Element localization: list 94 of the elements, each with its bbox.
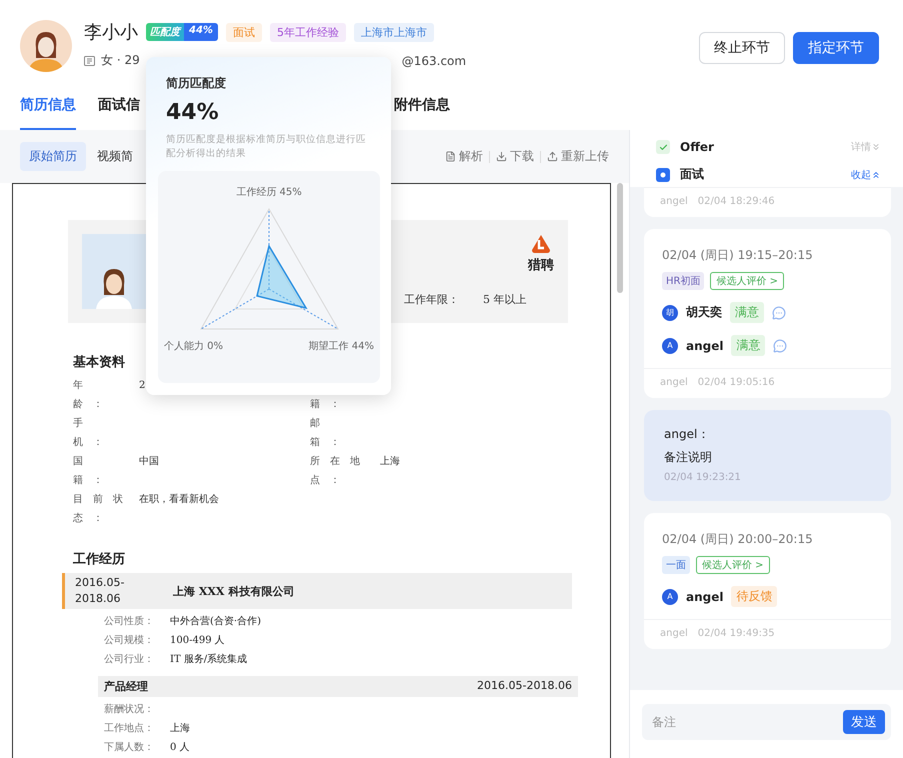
job-period: 2016.05-2018.06 xyxy=(75,575,126,607)
send-button[interactable]: 发送 xyxy=(843,710,885,734)
chevron-up-icon xyxy=(871,170,881,180)
candidate-name: 李小小 xyxy=(84,21,138,44)
doc-action-link[interactable]: 下载 xyxy=(496,148,534,165)
stage-label: 面试 xyxy=(680,166,704,183)
comment-icon[interactable] xyxy=(773,338,788,352)
note-author: angel： xyxy=(664,426,710,443)
field-value: IT 服务/系统集成 xyxy=(170,652,248,666)
field-value: 在职，看看新机会 xyxy=(139,492,220,507)
reviewer-avatar: 胡 xyxy=(662,304,678,320)
interview-time: 02/04 (周日) 19:15–20:15 xyxy=(662,247,814,264)
record-author: angel xyxy=(660,196,688,207)
field-label: 下属人数： xyxy=(104,741,155,754)
field-value: 中外合营(合资·合作) xyxy=(170,614,262,628)
field-value: 2 xyxy=(139,379,146,393)
review-status: 满意 xyxy=(730,302,764,323)
company-name: 上海 XXX 科技有限公司 xyxy=(173,584,294,598)
field-label: 目前状态： xyxy=(73,492,134,526)
round-tag: 一面 xyxy=(662,556,690,574)
axis-label: 个人能力 0% xyxy=(164,340,224,353)
section-title: 工作经历 xyxy=(73,551,125,568)
comment-icon[interactable] xyxy=(772,306,786,320)
record-author: angel xyxy=(660,377,688,388)
field-value: 上海 xyxy=(380,454,401,469)
toggle-link[interactable]: 收起 xyxy=(851,168,881,182)
review-status: 待反馈 xyxy=(731,586,778,607)
field-label: 工作年限： xyxy=(404,292,459,307)
field-value: 中国 xyxy=(139,454,160,469)
review-link[interactable]: 候选人评价 > xyxy=(710,272,784,290)
avatar-icon xyxy=(20,20,72,72)
field-label: 手机： xyxy=(73,416,114,450)
stage-icon xyxy=(656,168,670,182)
reviewer-name: angel xyxy=(686,590,724,604)
axis-label: 工作经历 45% xyxy=(236,186,302,199)
scrollbar[interactable] xyxy=(617,183,623,293)
field-label: 年龄： xyxy=(73,379,114,412)
sub-tab[interactable]: 原始简历 xyxy=(20,142,86,171)
doc-action-link[interactable]: 重新上传 xyxy=(547,148,609,165)
reviewer-name: angel xyxy=(686,338,724,352)
field-label: 所在地点： xyxy=(310,454,371,488)
logo-text: 猎聘 xyxy=(528,257,554,274)
chevron-down-icon xyxy=(871,142,881,152)
field-label: 公司规模： xyxy=(104,634,155,647)
tag: 上海市上海市 xyxy=(354,22,434,42)
round-tag: HR初面 xyxy=(662,272,704,290)
id-card-icon xyxy=(84,56,95,66)
reviewer-avatar: A xyxy=(662,588,678,604)
field-label: 国籍： xyxy=(73,455,114,488)
doc-action-link[interactable]: 解析 xyxy=(445,148,483,165)
review-status: 满意 xyxy=(731,335,766,356)
check-icon xyxy=(656,140,670,154)
tab[interactable]: 附件信息 xyxy=(394,94,450,130)
record-time: 02/04 19:49:35 xyxy=(698,628,775,639)
field-label: 公司性质： xyxy=(104,614,155,628)
match-score: 44% xyxy=(166,100,220,125)
assign-stage-button[interactable]: 指定环节 xyxy=(793,32,879,64)
note-time: 02/04 19:23:21 xyxy=(664,472,742,483)
stage-label: Offer xyxy=(680,140,714,154)
position-period: 2016.05-2018.06 xyxy=(477,679,572,694)
email: @163.com xyxy=(402,54,466,68)
field-label: 工作地点： xyxy=(104,722,155,735)
reviewer-avatar: A xyxy=(662,338,678,354)
position-title: 产品经理 xyxy=(104,679,148,694)
logo-icon xyxy=(531,234,551,254)
section-title: 基本资料 xyxy=(73,354,125,371)
sub-tab[interactable]: 视频简 xyxy=(88,142,142,171)
field-label: 籍： xyxy=(310,398,351,412)
upload-icon xyxy=(547,151,558,162)
review-link[interactable]: 候选人评价 > xyxy=(696,556,770,574)
field-value: 0 人 xyxy=(170,741,191,754)
note-text: 备注说明 xyxy=(664,449,713,466)
field-label: 公司行业： xyxy=(104,652,155,666)
download-icon xyxy=(496,151,507,162)
interview-time: 02/04 (周日) 20:00–20:15 xyxy=(662,531,814,548)
popover-description: 简历匹配度是根据标准简历与职位信息进行匹配分析得出的结果 xyxy=(166,133,367,161)
popover-title: 简历匹配度 xyxy=(166,75,227,92)
document-icon xyxy=(445,151,456,162)
axis-label: 期望工作 44% xyxy=(308,340,374,353)
record-time: 02/04 18:29:46 xyxy=(698,196,775,207)
tag: 5年工作经验 xyxy=(270,22,346,42)
note-input[interactable]: 备注 发送 xyxy=(642,704,891,740)
field-value: 100-499 人 xyxy=(170,634,226,647)
field-value: 上海 xyxy=(170,722,191,735)
end-stage-button[interactable]: 终止环节 xyxy=(699,32,785,64)
gender-age: 女 · 29 xyxy=(101,52,140,69)
reviewer-name: 胡天奕 xyxy=(686,304,722,321)
field-label: 薪酬状况： xyxy=(104,702,155,716)
tab[interactable]: 面试信 xyxy=(98,94,140,130)
field-value: 5 年以上 xyxy=(483,292,526,307)
record-author: angel xyxy=(660,628,688,639)
tag: 面试 xyxy=(226,22,262,42)
record-time: 02/04 19:05:16 xyxy=(698,377,775,388)
field-label: 邮箱： xyxy=(310,416,351,450)
